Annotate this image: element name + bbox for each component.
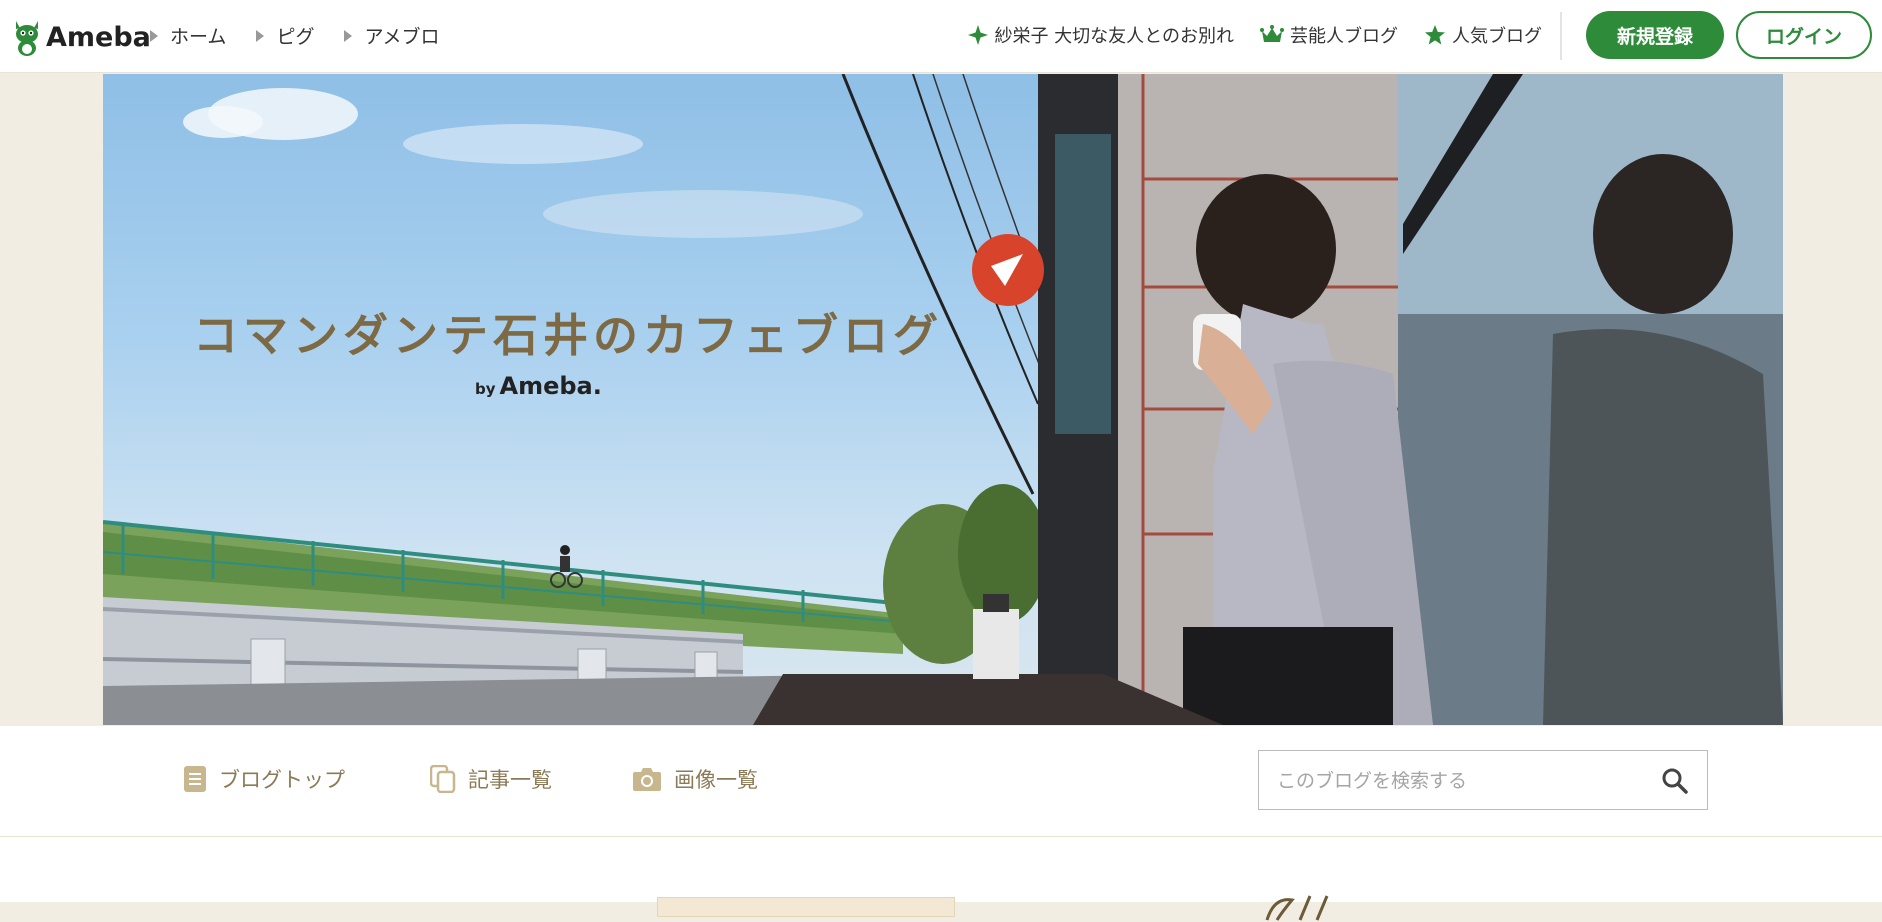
logo-text: Ameba xyxy=(46,21,151,53)
blog-header-image[interactable]: コマンダンテ石井のカフェブログ by Ameba. xyxy=(103,74,1783,725)
copy-icon xyxy=(430,765,456,793)
search-icon[interactable] xyxy=(1661,767,1689,795)
breadcrumb-label: アメブロ xyxy=(364,26,440,48)
content-banner xyxy=(657,897,955,917)
ameba-mascot-icon xyxy=(16,21,38,56)
triangle-right-icon xyxy=(256,29,265,42)
celebrity-blog-link[interactable]: 芸能人ブログ xyxy=(1260,22,1398,48)
article-list-link[interactable]: 記事一覧 xyxy=(430,764,552,794)
triangle-right-icon xyxy=(150,29,158,42)
star-icon xyxy=(1425,25,1445,45)
breadcrumb-home[interactable]: ホーム xyxy=(150,22,226,49)
breadcrumb: ホーム ピグ アメブロ xyxy=(150,22,470,49)
breadcrumb-label: ピグ xyxy=(276,26,315,48)
celebrity-blog-label: 芸能人ブログ xyxy=(1290,26,1398,47)
breadcrumb-pigg[interactable]: ピグ xyxy=(256,22,314,49)
article-list-label: 記事一覧 xyxy=(468,768,552,792)
blog-title: コマンダンテ石井のカフェブログ xyxy=(193,309,944,362)
crown-icon xyxy=(1260,25,1284,42)
popular-blog-link[interactable]: 人気ブログ xyxy=(1424,22,1542,48)
by-text: by xyxy=(475,380,496,398)
register-button[interactable]: 新規登録 xyxy=(1586,11,1724,59)
blog-search-box xyxy=(1258,750,1708,810)
by-ameba-mark: by Ameba. xyxy=(475,372,602,400)
top-header: Ameba ホーム ピグ アメブロ 紗栄子 大切な友人とのお別れ 芸能人ブログ … xyxy=(0,0,1882,73)
trending-topic-link[interactable]: 紗栄子 大切な友人とのお別れ xyxy=(968,22,1234,48)
blog-search-input[interactable] xyxy=(1275,763,1639,799)
login-button[interactable]: ログイン xyxy=(1736,11,1872,59)
document-icon xyxy=(184,766,206,792)
camera-icon xyxy=(633,768,661,791)
breadcrumb-label: ホーム xyxy=(170,26,227,48)
hero-photo xyxy=(103,74,1783,725)
script-logo-fragment xyxy=(1265,895,1329,921)
breadcrumb-ameblo[interactable]: アメブロ xyxy=(344,22,440,49)
ameba-wordmark: Ameba. xyxy=(499,372,602,400)
header-links: 紗栄子 大切な友人とのお別れ 芸能人ブログ 人気ブログ xyxy=(942,22,1542,48)
trending-topic-label: 紗栄子 大切な友人とのお別れ xyxy=(994,26,1234,47)
image-list-link[interactable]: 画像一覧 xyxy=(632,764,758,794)
blog-top-label: ブログトップ xyxy=(219,768,345,792)
ameba-logo[interactable]: Ameba xyxy=(12,16,151,58)
image-list-label: 画像一覧 xyxy=(674,768,758,792)
blog-navigation: ブログトップ 記事一覧 画像一覧 xyxy=(0,726,1882,837)
divider xyxy=(1560,12,1562,60)
blog-content-area xyxy=(0,837,1882,921)
sparkle-icon xyxy=(968,25,989,45)
popular-blog-label: 人気ブログ xyxy=(1452,26,1542,47)
blog-top-link[interactable]: ブログトップ xyxy=(183,764,345,794)
triangle-right-icon xyxy=(344,29,353,42)
